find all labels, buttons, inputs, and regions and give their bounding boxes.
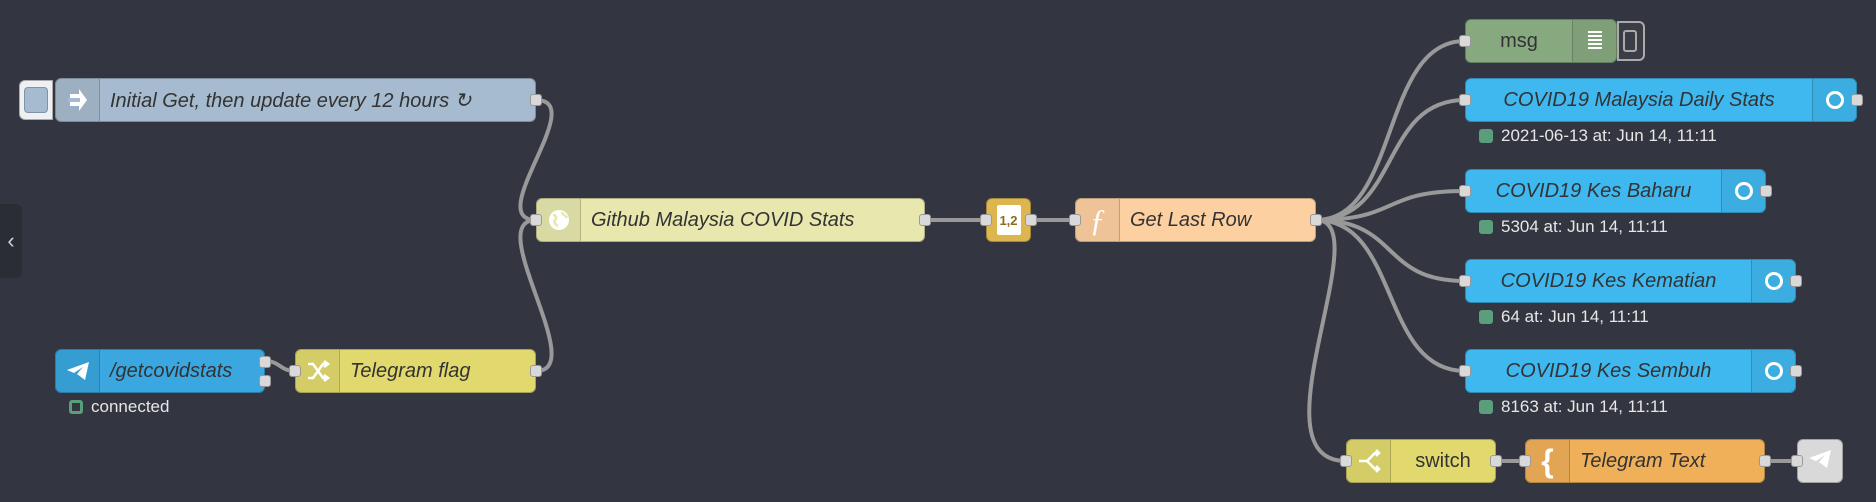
output-port[interactable] xyxy=(1310,214,1322,226)
wire-function-switch xyxy=(1307,218,1348,463)
input-port[interactable] xyxy=(1459,35,1471,47)
output-port[interactable] xyxy=(530,365,542,377)
sidebar-collapse-button[interactable]: ‹ xyxy=(0,204,22,278)
wire-function-dash4 xyxy=(1314,218,1467,373)
input-port[interactable] xyxy=(1519,455,1531,467)
node-status: connected xyxy=(69,397,169,417)
status-ring-icon xyxy=(69,400,83,414)
inject-trigger-button[interactable] xyxy=(19,80,53,120)
node-status: 64 at: Jun 14, 11:11 xyxy=(1479,307,1649,327)
dashboard-text-node-kes-baharu[interactable]: COVID19 Kes Baharu xyxy=(1459,169,1772,213)
input-port[interactable] xyxy=(1340,455,1352,467)
status-dot-icon xyxy=(1479,220,1493,234)
debug-label: msg xyxy=(1500,29,1538,52)
status-dot-icon xyxy=(1479,400,1493,414)
wire-function-dash3 xyxy=(1314,218,1467,283)
change-label: Telegram flag xyxy=(350,359,471,382)
dashboard-label: COVID19 Kes Sembuh xyxy=(1505,359,1712,382)
switch-icon xyxy=(1347,440,1391,482)
function-label: Get Last Row xyxy=(1130,208,1252,231)
dashboard-text-node-daily-stats[interactable]: COVID19 Malaysia Daily Stats xyxy=(1459,78,1863,122)
dashboard-ring-icon xyxy=(1751,350,1795,392)
node-status: 8163 at: Jun 14, 11:11 xyxy=(1479,397,1668,417)
output-port[interactable] xyxy=(1760,185,1772,197)
telegram-receiver-node[interactable]: /getcovidstats xyxy=(55,349,271,393)
csv-node[interactable]: 1,2 xyxy=(980,198,1037,242)
output-port-2[interactable] xyxy=(259,375,271,387)
inject-node[interactable]: Initial Get, then update every 12 hours … xyxy=(55,78,542,122)
dashboard-ring-icon xyxy=(1721,170,1765,212)
function-icon: ƒ xyxy=(1076,199,1120,241)
output-port[interactable] xyxy=(1025,214,1037,226)
dashboard-label: COVID19 Malaysia Daily Stats xyxy=(1503,88,1775,111)
output-port[interactable] xyxy=(1490,455,1502,467)
debug-list-icon xyxy=(1572,20,1616,62)
function-node[interactable]: ƒ Get Last Row xyxy=(1069,198,1322,242)
wire-function-dash1 xyxy=(1314,98,1467,222)
input-port[interactable] xyxy=(980,214,992,226)
telegram-sender-node[interactable] xyxy=(1791,439,1843,483)
change-node[interactable]: Telegram flag xyxy=(289,349,542,393)
inject-label: Initial Get, then update every 12 hours … xyxy=(110,89,472,112)
node-status: 2021-06-13 at: Jun 14, 11:11 xyxy=(1479,126,1717,146)
template-label: Telegram Text xyxy=(1580,449,1706,472)
dashboard-ring-icon xyxy=(1751,260,1795,302)
switch-label: switch xyxy=(1415,449,1471,472)
input-port[interactable] xyxy=(1459,94,1471,106)
input-port[interactable] xyxy=(1459,275,1471,287)
chevron-left-icon: ‹ xyxy=(7,228,15,253)
template-brace-icon: { xyxy=(1526,440,1570,482)
node-status: 5304 at: Jun 14, 11:11 xyxy=(1479,217,1668,237)
output-port-1[interactable] xyxy=(259,356,271,368)
telegram-icon xyxy=(56,350,100,392)
template-node[interactable]: { Telegram Text xyxy=(1519,439,1771,483)
switch-node[interactable]: switch xyxy=(1340,439,1502,483)
flow-wires xyxy=(263,39,1799,463)
http-label: Github Malaysia COVID Stats xyxy=(591,208,855,231)
output-port[interactable] xyxy=(1759,455,1771,467)
input-port[interactable] xyxy=(289,365,301,377)
input-port[interactable] xyxy=(1069,214,1081,226)
dashboard-ring-icon xyxy=(1812,79,1856,121)
output-port[interactable] xyxy=(919,214,931,226)
inject-arrow-icon xyxy=(56,79,100,121)
status-dot-icon xyxy=(1479,129,1493,143)
input-port[interactable] xyxy=(1459,185,1471,197)
output-port[interactable] xyxy=(1790,365,1802,377)
change-shuffle-icon xyxy=(296,350,340,392)
input-port[interactable] xyxy=(1791,455,1803,467)
telegram-command-label: /getcovidstats xyxy=(110,359,233,382)
output-port[interactable] xyxy=(530,94,542,106)
dashboard-text-node-kes-sembuh[interactable]: COVID19 Kes Sembuh xyxy=(1459,349,1802,393)
status-dot-icon xyxy=(1479,310,1493,324)
telegram-send-icon xyxy=(1807,448,1833,475)
input-port[interactable] xyxy=(1459,365,1471,377)
globe-icon xyxy=(537,199,581,241)
csv-file-icon: 1,2 xyxy=(996,205,1021,235)
dashboard-text-node-kes-kematian[interactable]: COVID19 Kes Kematian xyxy=(1459,259,1802,303)
output-port[interactable] xyxy=(1851,94,1863,106)
debug-toggle-button[interactable] xyxy=(1617,21,1645,61)
debug-node[interactable]: msg xyxy=(1459,19,1617,63)
http-request-node[interactable]: Github Malaysia COVID Stats xyxy=(530,198,931,242)
output-port[interactable] xyxy=(1790,275,1802,287)
dashboard-label: COVID19 Kes Baharu xyxy=(1495,179,1692,202)
dashboard-label: COVID19 Kes Kematian xyxy=(1500,269,1717,292)
input-port[interactable] xyxy=(530,214,542,226)
